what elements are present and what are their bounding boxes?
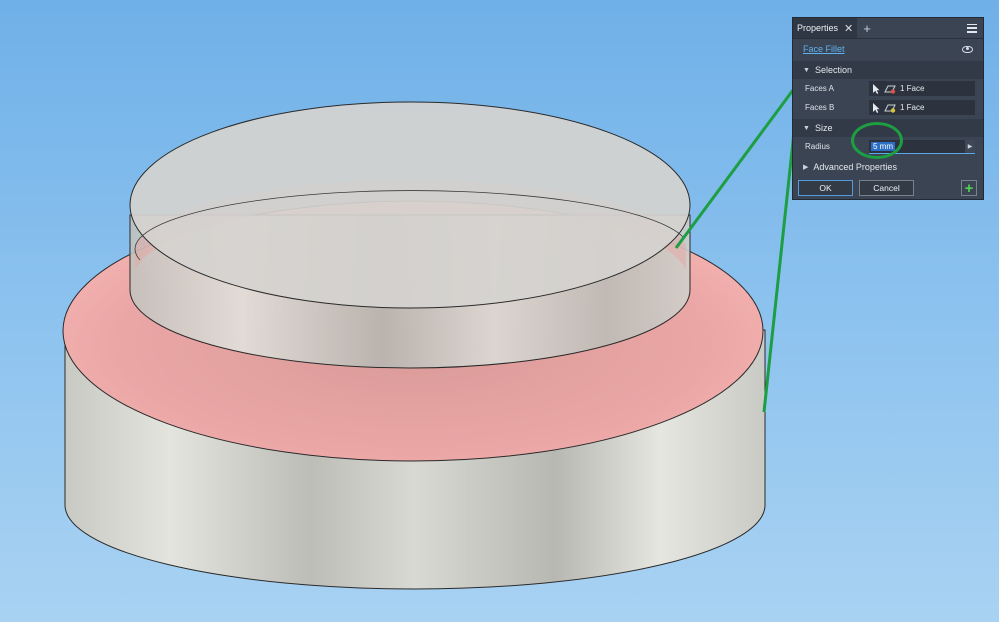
faces-a-row: Faces A 1 Face [793, 79, 983, 98]
hamburger-menu-icon[interactable] [967, 23, 977, 33]
annotation-line-faces-a [674, 85, 798, 249]
faces-a-value: 1 Face [900, 84, 925, 93]
close-icon[interactable]: ✕ [844, 22, 853, 35]
feature-name-link[interactable]: Face Fillet [803, 44, 845, 54]
feature-header: Face Fillet [793, 39, 983, 59]
triangle-down-icon: ▼ [803, 124, 810, 132]
triangle-right-icon: ▶ [803, 164, 809, 171]
cursor-arrow-icon [873, 83, 880, 94]
radius-input[interactable]: 5 mm ▶ [869, 139, 975, 154]
cursor-arrow-icon [873, 102, 880, 113]
section-size-label: Size [814, 123, 833, 133]
section-advanced-label: Advanced Properties [813, 162, 897, 172]
faces-b-selector[interactable]: 1 Face [869, 100, 975, 115]
triangle-down-icon: ▼ [803, 66, 810, 74]
eye-icon[interactable] [962, 45, 973, 53]
section-selection[interactable]: ▼ Selection [793, 61, 983, 79]
faces-b-row: Faces B 1 Face [793, 98, 983, 117]
tab-properties[interactable]: Properties ✕ [793, 18, 858, 38]
faces-b-label: Faces B [805, 103, 835, 112]
faces-b-value: 1 Face [900, 103, 925, 112]
properties-panel: Properties ✕ + Face Fillet ▼ Selection F… [792, 17, 984, 200]
tab-title: Properties [797, 23, 839, 33]
section-selection-label: Selection [814, 65, 852, 75]
radius-row: Radius 5 mm ▶ [793, 137, 983, 156]
faces-a-selector[interactable]: 1 Face [869, 81, 975, 96]
ok-button[interactable]: OK [798, 180, 853, 196]
panel-tab-bar: Properties ✕ + [793, 18, 983, 39]
face-select-icon [884, 85, 896, 94]
section-advanced-properties[interactable]: ▶ Advanced Properties [793, 158, 983, 176]
radius-label: Radius [805, 142, 830, 151]
section-size[interactable]: ▼ Size [793, 119, 983, 137]
button-row: OK Cancel + [793, 176, 983, 197]
plus-icon[interactable]: + [863, 21, 871, 36]
face-select-icon [884, 104, 896, 113]
cancel-button[interactable]: Cancel [859, 180, 914, 196]
top-cylinder-face[interactable] [129, 101, 691, 309]
dropdown-arrow-icon[interactable]: ▶ [965, 139, 975, 153]
apply-plus-button[interactable]: + [961, 180, 977, 197]
faces-a-label: Faces A [805, 84, 834, 93]
radius-value: 5 mm [871, 141, 895, 151]
